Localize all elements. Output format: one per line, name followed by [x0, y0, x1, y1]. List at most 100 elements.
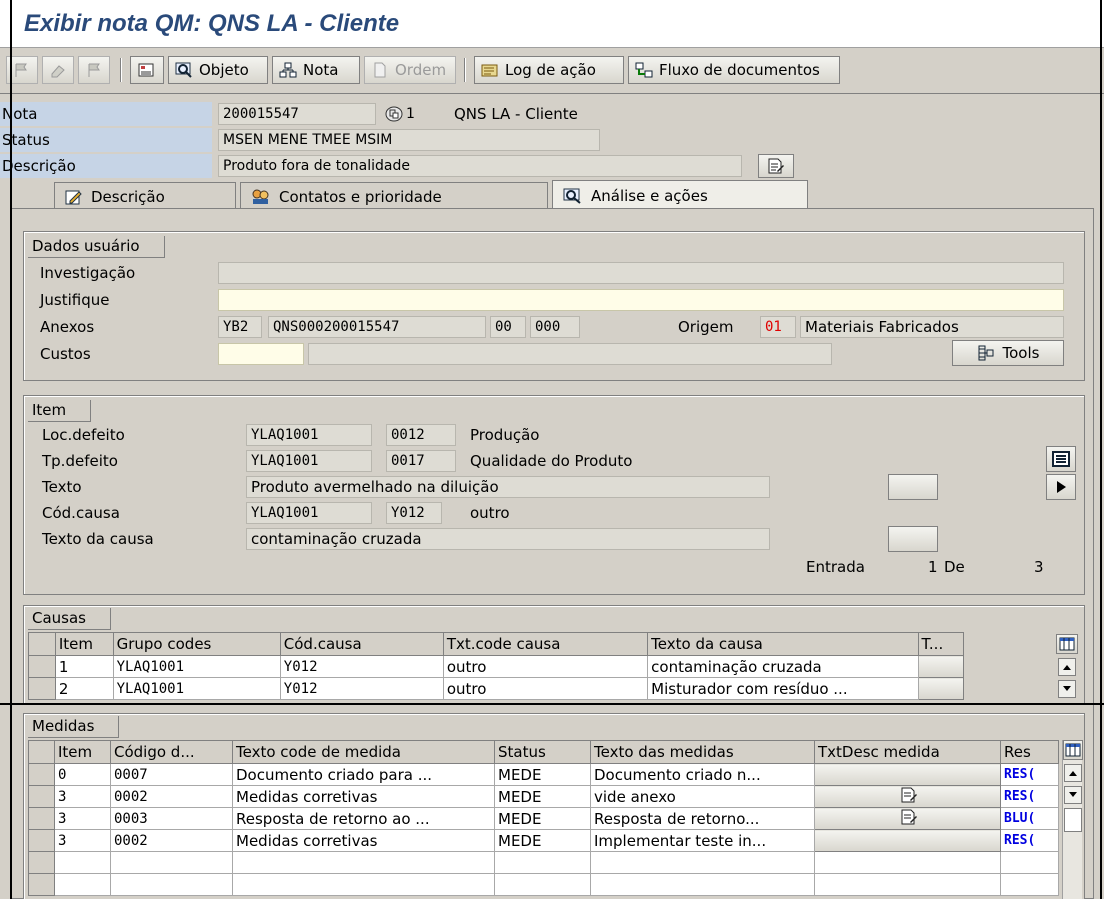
- tools-button[interactable]: Tools: [952, 340, 1064, 366]
- nota-button[interactable]: Nota: [272, 56, 360, 84]
- medidas-cell-res-link[interactable]: RES(: [1000, 829, 1059, 852]
- causas-select-all[interactable]: [28, 632, 56, 656]
- medidas-scroll-up-button[interactable]: [1064, 764, 1082, 782]
- row-selector[interactable]: [28, 851, 55, 874]
- clear-icon-button[interactable]: [42, 56, 74, 84]
- medidas-col-item[interactable]: Item: [54, 740, 111, 764]
- table-row[interactable]: 0 0007 Documento criado para ... MEDE Do…: [28, 763, 1059, 786]
- objeto-button[interactable]: Objeto: [168, 56, 268, 84]
- next-item-button[interactable]: [1046, 474, 1076, 500]
- causas-cell-t-button[interactable]: [917, 655, 965, 678]
- justifique-label: Justifique: [40, 291, 110, 309]
- medidas-cell-txtdesc-button[interactable]: [814, 829, 1001, 852]
- nota-counter[interactable]: 1: [384, 103, 415, 125]
- table-row[interactable]: [28, 851, 1059, 874]
- causas-group: Causas Item Grupo codes Cód.causa Txt.co…: [23, 605, 1085, 705]
- anexos-code-field[interactable]: YB2: [218, 316, 262, 338]
- origem-code-field[interactable]: 01: [760, 316, 796, 338]
- causas-col-cod[interactable]: Cód.causa: [279, 632, 444, 656]
- medidas-select-all[interactable]: [28, 740, 55, 764]
- causas-col-txtcode[interactable]: Txt.code causa: [442, 632, 649, 656]
- nota-number-field[interactable]: 200015547: [218, 103, 376, 125]
- status-field[interactable]: MSEN MENE TMEE MSIM: [218, 129, 600, 151]
- row-selector[interactable]: [28, 763, 55, 786]
- medidas-scroll-down-button[interactable]: [1064, 786, 1082, 804]
- anexos-n2-field[interactable]: 000: [530, 316, 580, 338]
- row-selector[interactable]: [28, 873, 55, 896]
- play-right-icon: [1057, 481, 1066, 493]
- table-row[interactable]: 3 0002 Medidas corretivas MEDE vide anex…: [28, 785, 1059, 808]
- cod-causa-group-field[interactable]: YLAQ1001: [246, 502, 372, 524]
- causas-scroll-up-button[interactable]: [1058, 658, 1076, 676]
- cod-causa-code-field[interactable]: Y012: [386, 502, 442, 524]
- medidas-cell-txtdesc-button[interactable]: [814, 807, 1001, 830]
- ordem-button[interactable]: Ordem: [364, 56, 456, 84]
- loc-defeito-group-field[interactable]: YLAQ1001: [246, 424, 372, 446]
- medidas-col-codigo[interactable]: Código d...: [110, 740, 233, 764]
- medidas-scrollbar[interactable]: [1062, 740, 1083, 899]
- loc-defeito-label: Loc.defeito: [42, 426, 125, 444]
- medidas-cell-res-link[interactable]: RES(: [1000, 763, 1059, 786]
- texto-field[interactable]: Produto avermelhado na diluição: [246, 476, 770, 498]
- texto-long-text-button[interactable]: [888, 474, 938, 500]
- causas-col-t[interactable]: T...: [917, 632, 965, 656]
- medidas-cell-res-link[interactable]: BLU(: [1000, 807, 1059, 830]
- causas-col-grupo[interactable]: Grupo codes: [112, 632, 281, 656]
- medidas-col-txtdesc[interactable]: TxtDesc medida: [814, 740, 1001, 764]
- tab-descricao[interactable]: Descrição: [54, 182, 236, 210]
- medidas-col-status[interactable]: Status: [494, 740, 591, 764]
- arrow-up-icon: [1069, 771, 1077, 776]
- tab-contatos-e-prioridade[interactable]: Contatos e prioridade: [240, 182, 548, 210]
- row-selector[interactable]: [28, 677, 56, 700]
- anexos-n1-field[interactable]: 00: [490, 316, 526, 338]
- display-object-button[interactable]: [130, 56, 164, 84]
- fluxo-de-documentos-button[interactable]: Fluxo de documentos: [628, 56, 840, 84]
- tp-defeito-group-field[interactable]: YLAQ1001: [246, 450, 372, 472]
- flag-next-icon-button[interactable]: [78, 56, 110, 84]
- justifique-input[interactable]: [218, 289, 1064, 311]
- item-detail-button[interactable]: [1046, 446, 1076, 472]
- table-settings-icon: [1059, 637, 1075, 651]
- medidas-cell-codigo: 0002: [110, 829, 233, 852]
- medidas-cell-txtdesc-button[interactable]: [814, 785, 1001, 808]
- table-row[interactable]: 3 0002 Medidas corretivas MEDE Implement…: [28, 829, 1059, 852]
- loc-defeito-code-field[interactable]: 0012: [386, 424, 456, 446]
- table-row[interactable]: 3 0003 Resposta de retorno ao ... MEDE R…: [28, 807, 1059, 830]
- medidas-col-res[interactable]: Res: [1000, 740, 1059, 764]
- medidas-cell-texto-medidas: Resposta de retorno...: [590, 807, 815, 830]
- medidas-col-texto-medidas[interactable]: Texto das medidas: [590, 740, 815, 764]
- origem-text-field: Materiais Fabricados: [800, 316, 1064, 338]
- investigacao-field[interactable]: [218, 262, 1064, 284]
- table-row[interactable]: [28, 873, 1059, 896]
- causas-scroll-down-button[interactable]: [1058, 680, 1076, 698]
- causas-column-settings-button[interactable]: [1056, 634, 1078, 654]
- document-grid-icon: [138, 63, 154, 77]
- causas-cell-t-button[interactable]: [917, 677, 965, 700]
- descricao-field[interactable]: Produto fora de tonalidade: [218, 155, 742, 177]
- medidas-cell-item: 0: [54, 763, 111, 786]
- log-de-acao-button[interactable]: Log de ação: [474, 56, 624, 84]
- custos-input[interactable]: [218, 343, 304, 365]
- tab-analise-e-acoes[interactable]: Análise e ações: [552, 180, 808, 210]
- contacts-icon: [252, 189, 269, 204]
- medidas-cell-res-link[interactable]: RES(: [1000, 785, 1059, 808]
- medidas-col-texto-code[interactable]: Texto code de medida: [232, 740, 495, 764]
- medidas-cell-txtdesc-button[interactable]: [814, 763, 1001, 786]
- tp-defeito-code-field[interactable]: 0017: [386, 450, 456, 472]
- texto-da-causa-field[interactable]: contaminação cruzada: [246, 528, 770, 550]
- medidas-cell-texto-code: Medidas corretivas: [232, 785, 495, 808]
- causa-long-text-button[interactable]: [888, 526, 938, 552]
- medidas-scroll-thumb[interactable]: [1064, 808, 1082, 832]
- table-row[interactable]: 2 YLAQ1001 Y012 outro Misturador com res…: [28, 677, 965, 700]
- descricao-row: Descrição Produto fora de tonalidade: [0, 154, 1104, 178]
- anexos-reference-field[interactable]: QNS000200015547: [268, 316, 486, 338]
- table-row[interactable]: 1 YLAQ1001 Y012 outro contaminação cruza…: [28, 655, 965, 678]
- causas-col-item[interactable]: Item: [54, 632, 114, 656]
- row-selector[interactable]: [28, 807, 55, 830]
- row-selector[interactable]: [28, 655, 56, 678]
- row-selector[interactable]: [28, 829, 55, 852]
- medidas-column-settings-button[interactable]: [1063, 740, 1083, 760]
- long-text-button[interactable]: [758, 154, 794, 178]
- row-selector[interactable]: [28, 785, 55, 808]
- causas-col-texto[interactable]: Texto da causa: [647, 632, 919, 656]
